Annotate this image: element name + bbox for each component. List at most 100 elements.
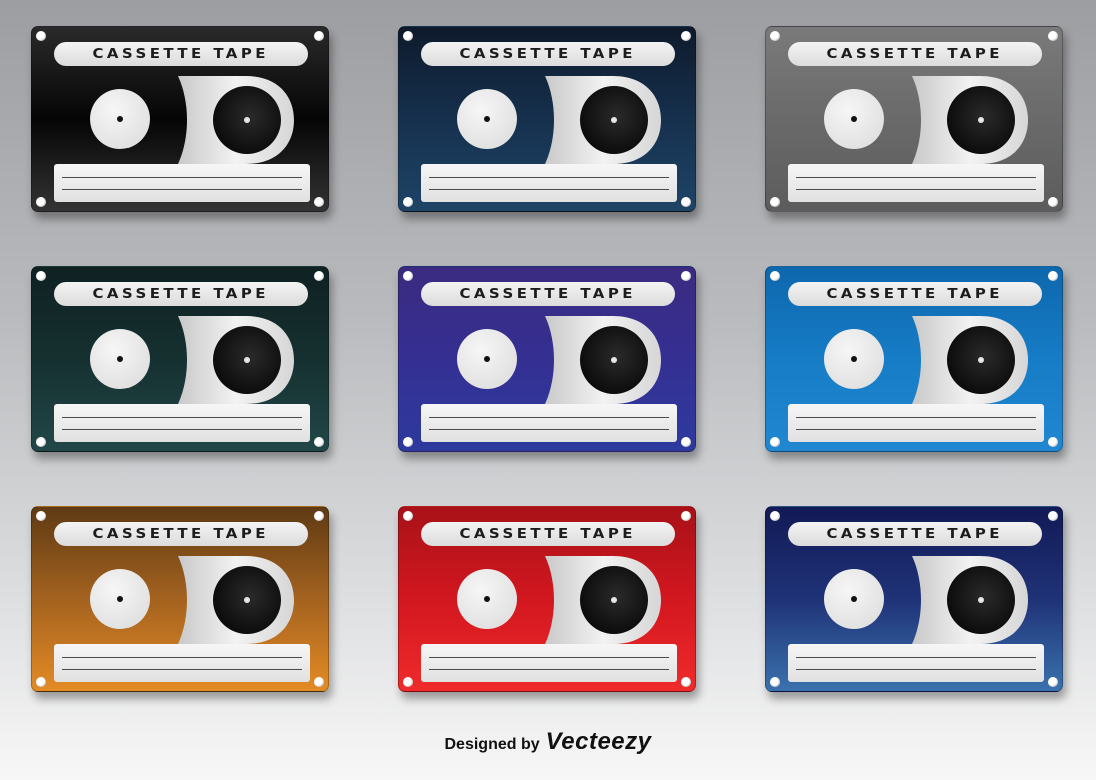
vecteezy-logo[interactable]: Vecteezy [546, 728, 652, 756]
cassette-title-label: CASSETTE TAPE [421, 42, 675, 66]
screw-icon [1048, 271, 1058, 281]
cassette-card: CASSETTE TAPE [398, 26, 696, 212]
screw-icon [314, 511, 324, 521]
cassette-title-label: CASSETTE TAPE [54, 522, 308, 546]
left-reel-icon [90, 329, 150, 389]
cassette-title-text: CASSETTE TAPE [459, 526, 637, 542]
screw-icon [314, 31, 324, 41]
screw-icon [770, 31, 780, 41]
writing-line [796, 417, 1036, 418]
screw-icon [1048, 197, 1058, 207]
cassette-title-text: CASSETTE TAPE [826, 286, 1004, 302]
writing-line [429, 429, 669, 430]
right-reel-icon [580, 566, 648, 634]
screw-icon [681, 271, 691, 281]
cassette-title-label: CASSETTE TAPE [788, 282, 1042, 306]
screw-icon [403, 271, 413, 281]
writing-line [796, 177, 1036, 178]
left-reel-icon [457, 89, 517, 149]
cassette-writing-label [421, 164, 677, 202]
cassette-title-text: CASSETTE TAPE [92, 46, 270, 62]
cassette-card: CASSETTE TAPE [398, 266, 696, 452]
screw-icon [681, 511, 691, 521]
cassette-card: CASSETTE TAPE [765, 506, 1063, 692]
cassette-card: CASSETTE TAPE [765, 26, 1063, 212]
cassette-writing-label [54, 644, 310, 682]
cassette-title-label: CASSETTE TAPE [421, 282, 675, 306]
right-reel-icon [213, 86, 281, 154]
cassette-writing-label [788, 644, 1044, 682]
writing-line [62, 429, 302, 430]
cassette-title-text: CASSETTE TAPE [92, 526, 270, 542]
cassette-title-text: CASSETTE TAPE [459, 46, 637, 62]
writing-line [796, 429, 1036, 430]
left-reel-icon [824, 569, 884, 629]
screw-icon [403, 197, 413, 207]
left-reel-icon [457, 329, 517, 389]
right-reel-icon [213, 326, 281, 394]
cassette-writing-label [788, 404, 1044, 442]
screw-icon [403, 677, 413, 687]
writing-line [429, 417, 669, 418]
left-reel-icon [824, 89, 884, 149]
cassette-grid: CASSETTE TAPE CASSETTE TAPE CASSETTE TAPE C… [0, 0, 1096, 720]
writing-line [62, 669, 302, 670]
screw-icon [1048, 677, 1058, 687]
right-reel-icon [947, 326, 1015, 394]
screw-icon [403, 511, 413, 521]
cassette-title-text: CASSETTE TAPE [826, 46, 1004, 62]
screw-icon [1048, 437, 1058, 447]
writing-line [62, 657, 302, 658]
screw-icon [314, 271, 324, 281]
screw-icon [36, 511, 46, 521]
screw-icon [36, 271, 46, 281]
screw-icon [681, 31, 691, 41]
cassette-title-label: CASSETTE TAPE [54, 42, 308, 66]
writing-line [62, 189, 302, 190]
cassette-title-label: CASSETTE TAPE [421, 522, 675, 546]
right-reel-icon [580, 326, 648, 394]
credit-line: Designed by Vecteezy [0, 728, 1096, 756]
screw-icon [770, 511, 780, 521]
screw-icon [681, 437, 691, 447]
cassette-writing-label [421, 404, 677, 442]
cassette-title-text: CASSETTE TAPE [826, 526, 1004, 542]
cassette-writing-label [788, 164, 1044, 202]
screw-icon [681, 197, 691, 207]
cassette-card: CASSETTE TAPE [398, 506, 696, 692]
left-reel-icon [90, 569, 150, 629]
writing-line [429, 177, 669, 178]
screw-icon [314, 197, 324, 207]
cassette-writing-label [54, 404, 310, 442]
writing-line [796, 669, 1036, 670]
writing-line [429, 189, 669, 190]
screw-icon [314, 677, 324, 687]
writing-line [62, 417, 302, 418]
screw-icon [36, 677, 46, 687]
screw-icon [36, 31, 46, 41]
left-reel-icon [90, 89, 150, 149]
writing-line [796, 189, 1036, 190]
cassette-card: CASSETTE TAPE [31, 266, 329, 452]
screw-icon [403, 31, 413, 41]
cassette-card: CASSETTE TAPE [31, 26, 329, 212]
screw-icon [770, 271, 780, 281]
left-reel-icon [457, 569, 517, 629]
cassette-title-label: CASSETTE TAPE [54, 282, 308, 306]
cassette-writing-label [421, 644, 677, 682]
screw-icon [314, 437, 324, 447]
screw-icon [770, 437, 780, 447]
cassette-title-label: CASSETTE TAPE [788, 522, 1042, 546]
cassette-title-text: CASSETTE TAPE [459, 286, 637, 302]
cassette-title-label: CASSETTE TAPE [788, 42, 1042, 66]
writing-line [429, 669, 669, 670]
writing-line [429, 657, 669, 658]
cassette-card: CASSETTE TAPE [31, 506, 329, 692]
left-reel-icon [824, 329, 884, 389]
cassette-writing-label [54, 164, 310, 202]
screw-icon [770, 197, 780, 207]
credit-prefix: Designed by [444, 736, 540, 753]
screw-icon [403, 437, 413, 447]
screw-icon [1048, 31, 1058, 41]
right-reel-icon [580, 86, 648, 154]
